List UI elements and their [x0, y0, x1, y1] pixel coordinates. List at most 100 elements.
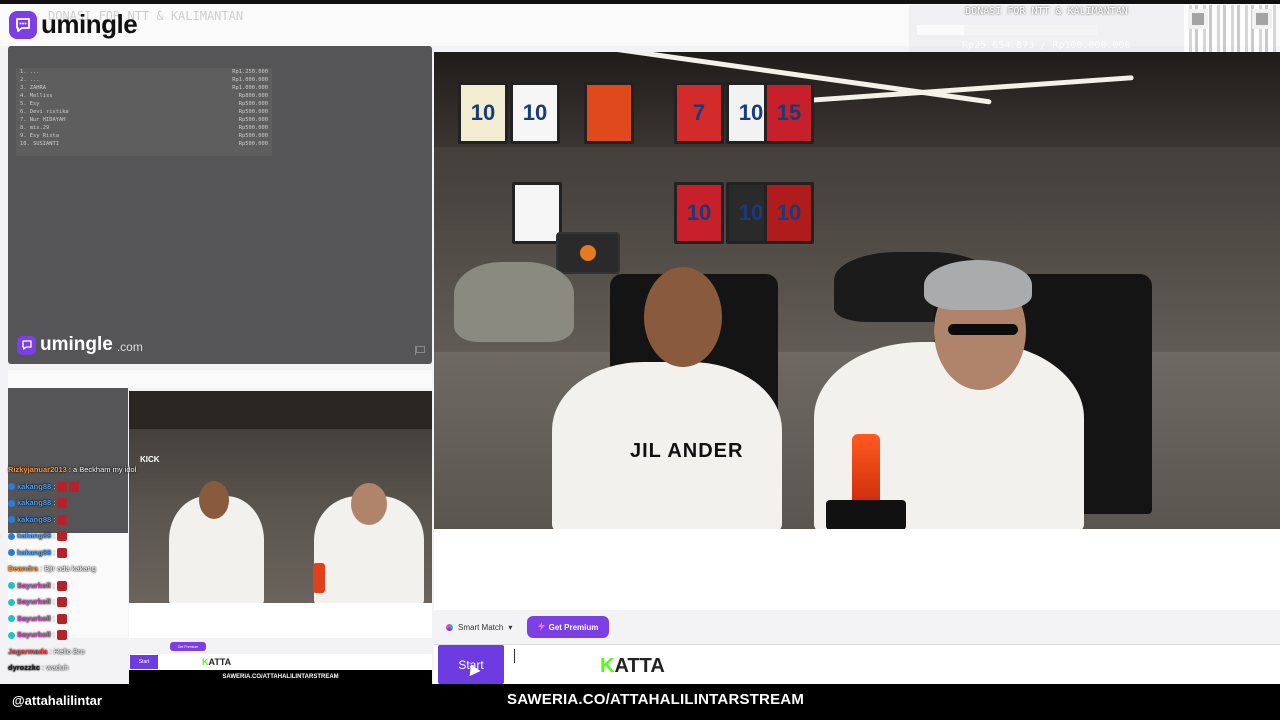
leaderboard-name: 8. mis.29: [20, 125, 50, 131]
chat-username[interactable]: Sayurkoll: [17, 597, 51, 607]
leaderboard-amount: Rp500.000: [238, 101, 268, 107]
subscriber-badge-icon: [8, 483, 15, 490]
emote-icon: [57, 531, 68, 541]
chat-username[interactable]: kakang88: [17, 515, 51, 525]
report-flag-icon[interactable]: [415, 346, 425, 355]
emote-icon: [56, 630, 67, 640]
chat-username[interactable]: kakang88: [17, 531, 51, 541]
mini-empty-area: [129, 603, 432, 638]
qr-corner: [1188, 9, 1208, 29]
leaderboard-row: 8. mis.29 Rp500.000: [16, 124, 272, 132]
emote-icon: [69, 481, 80, 492]
chat-username[interactable]: Sayurkoll: [17, 630, 51, 640]
chat-text: : Bjir ada kakang: [40, 564, 96, 573]
text-cursor: [514, 649, 515, 663]
chat-username[interactable]: dyrozzkc: [8, 663, 40, 673]
chat-username[interactable]: Sayurkoll: [17, 581, 51, 591]
leaderboard-amount: Rp1.000.000: [232, 77, 268, 83]
chat-bubble-icon: [17, 335, 36, 355]
chat-message: Jagarmada: Hello Bro: [8, 647, 85, 657]
subscriber-badge-icon: [8, 516, 15, 523]
leaderboard-name: 5. Esy: [20, 101, 40, 107]
leaderboard-amount: Rp500.000: [238, 141, 268, 147]
leaderboard-row: 10. SUSIANTI Rp500.000: [16, 140, 272, 148]
chat-message: Sayurkoll:: [8, 613, 67, 624]
chat-text: :: [53, 547, 56, 557]
framed-jersey: 10: [510, 82, 560, 144]
chat-username[interactable]: Deandra: [8, 564, 38, 574]
katta-text: ATTA: [614, 655, 665, 677]
emote-icon: [56, 580, 67, 591]
lamp: [556, 232, 620, 274]
smart-match-dropdown[interactable]: Smart Match ▾: [446, 619, 512, 635]
streamer-handle: @attahalilintar: [12, 693, 102, 708]
leaderboard-row: 3. ZAHRA Rp1.000.000: [16, 84, 272, 92]
leaderboard-row: 9. Esy Rista Rp500.000: [16, 132, 272, 140]
chat-text: :: [53, 498, 56, 507]
mini-premium-button: Get Premium: [170, 642, 206, 651]
chat-username[interactable]: Sayurkoll: [17, 614, 51, 624]
chat-username[interactable]: kakang88: [17, 548, 51, 558]
chat-message: Sayurkoll:: [8, 597, 67, 607]
chat-username[interactable]: Jagarmada: [8, 647, 48, 657]
leaderboard-row: 5. Esy Rp500.000: [16, 100, 272, 108]
chat-message: Deandra: Bjir ada kakang: [8, 564, 96, 574]
chat-text: :: [53, 481, 56, 491]
umingle-watermark: umingle .com: [17, 334, 143, 356]
chat-username[interactable]: kakang88: [17, 498, 51, 508]
leaderboard-amount: Rp500.000: [238, 133, 268, 139]
leaderboard-name: 6. Devi ristika: [20, 109, 69, 115]
katta-logo: KATTA: [600, 655, 665, 678]
leaderboard-row: 2. ... Rp1.000.000: [16, 76, 272, 84]
chat-username[interactable]: kakang88: [17, 482, 51, 492]
chat-message: kakang88:: [8, 514, 68, 525]
subscriber-badge-icon: [8, 582, 15, 589]
person-left-head: [644, 267, 722, 367]
leaderboard-name: 9. Esy Rista: [20, 133, 59, 139]
leaderboard-row: 6. Devi ristika Rp500.000: [16, 108, 272, 116]
shirt-print: JIL ANDER: [630, 440, 744, 462]
smart-match-icon: [446, 623, 453, 631]
chat-username[interactable]: Rizkyjanuar2013: [8, 465, 67, 475]
mini-saweria-banner: SAWERIA.CO/ATTAHALILINTARSTREAM: [129, 670, 432, 684]
emote-icon: [57, 547, 68, 558]
chat-message: Rizkyjanuar2013: a Beckham my idol: [8, 465, 136, 475]
donation-progress-fill: [917, 25, 964, 35]
mini-chat-bar: [129, 654, 432, 670]
mini-katta-logo: KATTA: [202, 657, 231, 667]
partner-video-panel: 1. ... Rp1.250.000 2. ... Rp1.000.000 3. ZAH…: [8, 46, 432, 364]
framed-jersey: 15: [764, 82, 814, 144]
smart-match-label: Smart Match: [458, 622, 504, 632]
stream-page: DONASI FOR NTT & KALIMANTAN umingle DONA…: [0, 0, 1280, 720]
get-premium-label: Get Premium: [548, 622, 599, 632]
ceiling: [434, 52, 1280, 147]
leaderboard-name: 3. ZAHRA: [20, 85, 46, 91]
chat-text: :: [52, 613, 55, 623]
gray-hair: [924, 260, 1032, 310]
donation-progress-bar: [917, 25, 1097, 35]
chat-text: :: [52, 630, 55, 639]
leaderboard-name: 10. SUSIANTI: [20, 141, 59, 147]
chat-input-bar[interactable]: [434, 644, 1280, 684]
mic-stand: [826, 500, 906, 529]
chat-message: kakang88:: [8, 547, 68, 558]
leaderboard-row: 4. Melliss Rp800.000: [16, 92, 272, 100]
logo-text: umingle: [41, 9, 138, 39]
chat-text: :: [52, 597, 55, 606]
leaderboard-row: 1. ... Rp1.250.000: [16, 68, 272, 76]
framed-jersey: 10: [674, 182, 724, 244]
subscriber-badge-icon: [8, 598, 15, 606]
framed-jersey: 10: [458, 82, 508, 144]
subscriber-badge-icon: [8, 532, 15, 540]
chat-message: kakang88:: [8, 531, 68, 541]
chat-text: :: [53, 531, 56, 540]
subscriber-badge-icon: [8, 615, 15, 622]
mini-video: [129, 391, 432, 603]
saweria-banner: SAWERIA.CO/ATTAHALILINTARSTREAM: [507, 691, 805, 708]
framed-jersey: 7: [674, 82, 724, 144]
umingle-logo[interactable]: umingle: [9, 9, 138, 40]
get-premium-button[interactable]: Get Premium: [527, 616, 609, 638]
mini-ceiling: [129, 391, 432, 429]
leaderboard-amount: Rp500.000: [238, 125, 268, 131]
mini-microphone: [313, 563, 325, 593]
